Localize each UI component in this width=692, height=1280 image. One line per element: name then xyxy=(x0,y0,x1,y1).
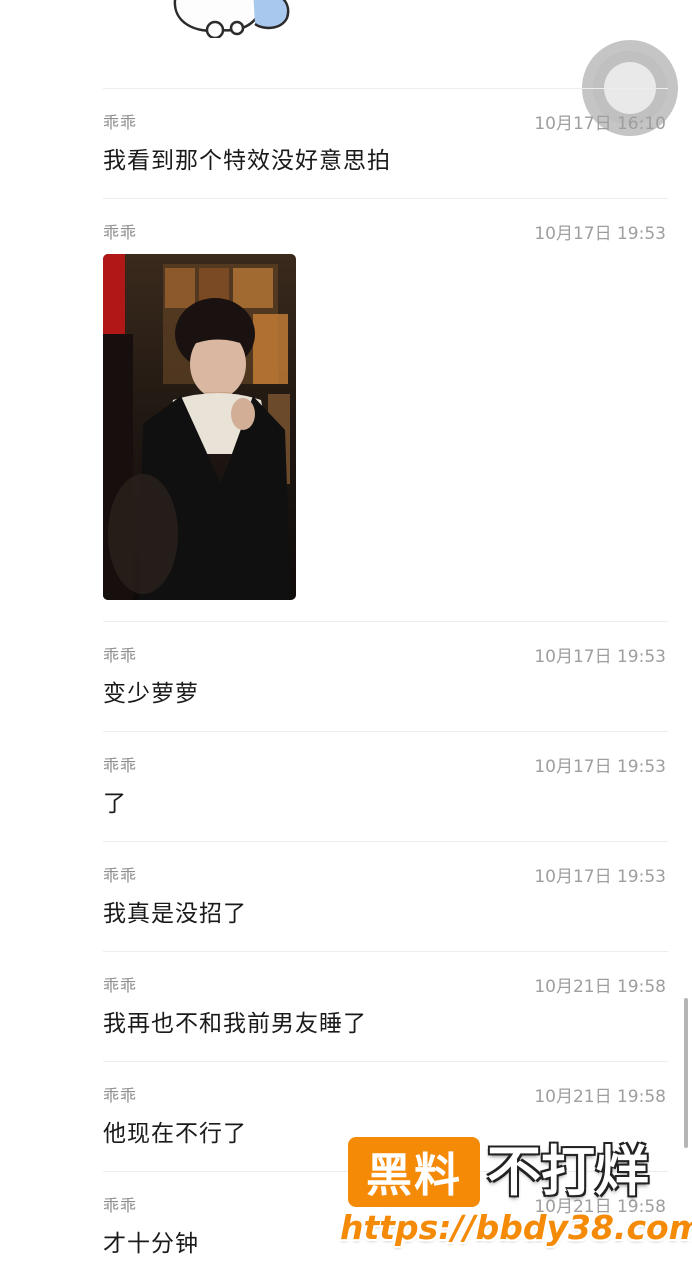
sender-name: 乖乖 xyxy=(103,866,138,885)
sticker-icon[interactable] xyxy=(165,0,305,40)
message-item[interactable]: 乖乖 10月17日 16:10 我看到那个特效没好意思拍 xyxy=(103,88,668,198)
sender-name: 乖乖 xyxy=(103,1086,138,1105)
message-text: 变少萝萝 xyxy=(103,681,199,707)
message-time: 10月17日 19:53 xyxy=(534,224,666,244)
watermark-title: 不打烊 xyxy=(487,1140,649,1203)
message-text: 我再也不和我前男友睡了 xyxy=(103,1011,367,1037)
message-item[interactable]: 乖乖 10月17日 19:53 变少萝萝 xyxy=(103,621,668,731)
message-header: 乖乖 10月17日 19:53 xyxy=(103,752,668,777)
message-time: 10月17日 19:53 xyxy=(534,647,666,667)
message-item[interactable]: 乖乖 10月17日 19:53 了 xyxy=(103,731,668,841)
sender-name: 乖乖 xyxy=(103,756,138,775)
sender-name: 乖乖 xyxy=(103,113,138,132)
sender-name: 乖乖 xyxy=(103,646,138,665)
message-time: 10月17日 19:53 xyxy=(534,867,666,887)
message-header: 乖乖 10月17日 19:53 xyxy=(103,642,668,667)
message-text: 了 xyxy=(103,791,127,817)
message-header: 乖乖 10月21日 19:58 xyxy=(103,1082,668,1107)
photo-thumbnail[interactable] xyxy=(103,254,296,600)
scrollbar[interactable] xyxy=(684,998,688,1148)
message-header: 乖乖 10月21日 19:58 xyxy=(103,972,668,997)
message-time: 10月17日 16:10 xyxy=(534,114,666,134)
message-item[interactable]: 乖乖 10月17日 19:53 我真是没招了 xyxy=(103,841,668,951)
sender-name: 乖乖 xyxy=(103,223,138,242)
message-time: 10月21日 19:58 xyxy=(534,1087,666,1107)
chat-screen: 乖乖 10月17日 16:10 我看到那个特效没好意思拍 乖乖 10月17日 1… xyxy=(0,0,692,1280)
sender-name: 乖乖 xyxy=(103,976,138,995)
message-text: 我真是没招了 xyxy=(103,901,247,927)
watermark-url: https://bbdy38.com xyxy=(340,1208,692,1247)
message-time: 10月21日 19:58 xyxy=(534,977,666,997)
message-header: 乖乖 10月17日 19:53 xyxy=(103,219,668,244)
message-item-image[interactable]: 乖乖 10月17日 19:53 xyxy=(103,198,668,621)
message-header: 乖乖 10月17日 19:53 xyxy=(103,862,668,887)
message-item[interactable]: 乖乖 10月21日 19:58 我再也不和我前男友睡了 xyxy=(103,951,668,1061)
message-list[interactable]: 乖乖 10月17日 16:10 我看到那个特效没好意思拍 乖乖 10月17日 1… xyxy=(103,88,668,1280)
message-header: 乖乖 10月17日 16:10 xyxy=(103,109,668,134)
message-time: 10月17日 19:53 xyxy=(534,757,666,777)
watermark-logo: 黑料 xyxy=(348,1137,480,1207)
sender-name: 乖乖 xyxy=(103,1196,138,1215)
message-text: 我看到那个特效没好意思拍 xyxy=(103,148,391,174)
